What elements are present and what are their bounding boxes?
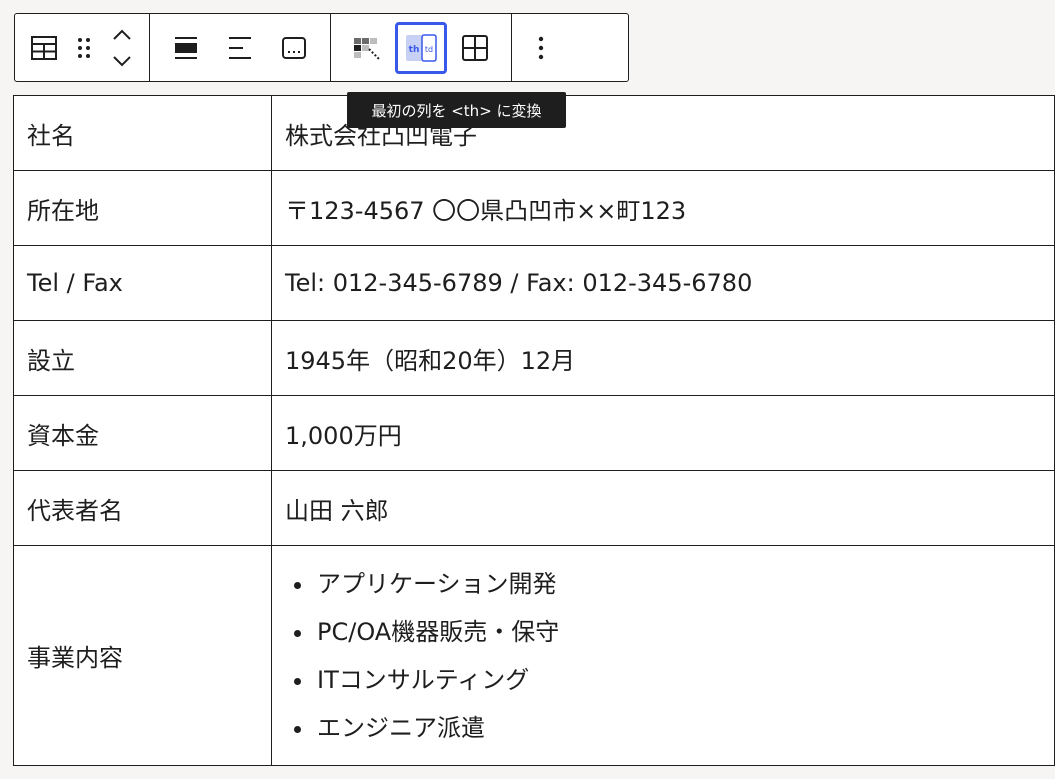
table-cell-label[interactable]: Tel / Fax <box>13 245 272 321</box>
caption-icon <box>282 36 306 59</box>
table-row: 所在地 〒123-4567 〇〇県凸凹市××町123 <box>13 170 1055 246</box>
tooltip: 最初の列を <th> に変換 <box>347 92 566 128</box>
list-item: ITコンサルティング <box>315 656 1041 704</box>
drag-handle-button[interactable] <box>65 22 103 74</box>
table-cell-value[interactable]: アプリケーション開発 PC/OA機器販売・保守 ITコンサルティング エンジニア… <box>271 545 1055 766</box>
block-toolbar: th td <box>14 13 629 82</box>
table-cell-value[interactable]: Tel: 012-345-6789 / Fax: 012-345-6780 <box>271 245 1055 321</box>
table-row: 資本金 1,000万円 <box>13 395 1055 471</box>
table-row: Tel / Fax Tel: 012-345-6789 / Fax: 012-3… <box>13 245 1055 321</box>
move-down-button[interactable] <box>105 49 139 73</box>
align-wide-button[interactable] <box>160 22 212 74</box>
table-row: 設立 1945年（昭和20年）12月 <box>13 320 1055 396</box>
options-group <box>511 14 570 81</box>
table-cell-label[interactable]: 資本金 <box>13 395 272 471</box>
table-cell-label[interactable]: 設立 <box>13 320 272 396</box>
list-item: PC/OA機器販売・保守 <box>315 608 1041 656</box>
table-row-business: 事業内容 アプリケーション開発 PC/OA機器販売・保守 ITコンサルティング … <box>13 545 1055 766</box>
table-row: 代表者名 山田 六郎 <box>13 470 1055 546</box>
table-cell-label[interactable]: 事業内容 <box>13 545 272 766</box>
align-left-button[interactable] <box>214 22 266 74</box>
caption-button[interactable] <box>268 22 320 74</box>
list-item: エンジニア派遣 <box>315 704 1041 752</box>
more-options-button[interactable] <box>522 22 560 74</box>
table-block-button[interactable] <box>25 22 63 74</box>
table-cell-label[interactable]: 代表者名 <box>13 470 272 546</box>
more-vertical-icon <box>538 36 544 59</box>
company-table-wrapper: 社名 株式会社凸凹電子 所在地 〒123-4567 〇〇県凸凹市××町123 T… <box>13 95 1055 766</box>
table-icon <box>31 35 57 60</box>
alignment-group <box>149 14 330 81</box>
table-cell-value[interactable]: 1,000万円 <box>271 395 1055 471</box>
list-item: アプリケーション開発 <box>315 560 1041 608</box>
align-left-icon <box>229 36 251 59</box>
table-grid-icon <box>462 34 488 61</box>
table-cell-label[interactable]: 所在地 <box>13 170 272 246</box>
table-style-button[interactable] <box>341 22 393 74</box>
drag-handle-icon <box>78 37 90 58</box>
table-cell-value[interactable]: 〒123-4567 〇〇県凸凹市××町123 <box>271 170 1055 246</box>
table-cell-value[interactable]: 山田 六郎 <box>271 470 1055 546</box>
first-column-header-button[interactable]: th td <box>395 21 447 74</box>
table-cell-label[interactable]: 社名 <box>13 95 272 171</box>
chevron-up-icon <box>113 29 131 40</box>
td-label: td <box>425 45 433 54</box>
align-wide-icon <box>175 36 197 59</box>
table-grid-button[interactable] <box>449 22 501 74</box>
th-label: th <box>409 45 420 55</box>
block-controls-group <box>15 14 149 81</box>
move-up-button[interactable] <box>105 23 139 47</box>
first-column-header-icon: th td <box>406 33 437 62</box>
table-cell-value[interactable]: 1945年（昭和20年）12月 <box>271 320 1055 396</box>
block-mover <box>105 22 139 74</box>
company-info-table: 社名 株式会社凸凹電子 所在地 〒123-4567 〇〇県凸凹市××町123 T… <box>13 95 1055 766</box>
business-list: アプリケーション開発 PC/OA機器販売・保守 ITコンサルティング エンジニア… <box>285 560 1041 752</box>
table-style-icon <box>354 37 380 60</box>
table-tools-group: th td <box>330 14 511 81</box>
chevron-down-icon <box>113 55 131 66</box>
